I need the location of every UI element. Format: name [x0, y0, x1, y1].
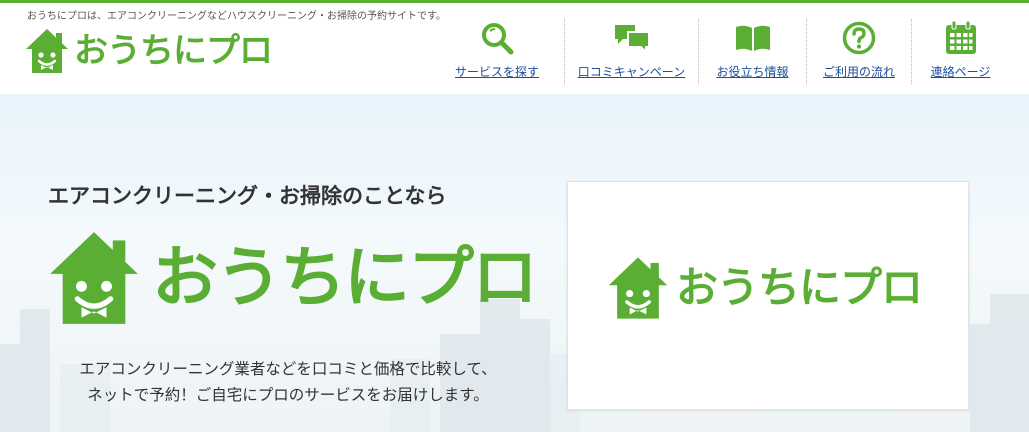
main-nav: サービスを探す 口コミキャンペーン お役立ち情報 ご利用の流れ 連絡ページ [430, 19, 1009, 89]
logo-card: おうちにプロ [567, 181, 969, 410]
nav-label[interactable]: サービスを探す [455, 63, 539, 80]
nav-item-useful-info[interactable]: お役立ち情報 [698, 19, 806, 85]
nav-label[interactable]: 口コミキャンペーン [578, 63, 685, 80]
hero-logo-text: おうちにプロ [152, 239, 538, 316]
hero-description-line: ネットで予約！ご自宅にプロのサービスをお届けします。 [87, 386, 489, 404]
nav-item-usage-flow[interactable]: ご利用の流れ [806, 19, 911, 85]
nav-label[interactable]: ご利用の流れ [823, 63, 895, 80]
nav-item-search-services[interactable]: サービスを探す [430, 19, 564, 85]
search-icon [480, 19, 514, 57]
card-logo-text: おうちにプロ [676, 263, 923, 312]
calendar-icon [944, 19, 978, 57]
hero-section: エアコンクリーニング・お掃除のことなら おうちにプロ エアコンクリーニング業者な… [0, 94, 1029, 432]
site-tagline: おうちにプロは、エアコンクリーニングなどハウスクリーニング・お掃除の予約サイトで… [27, 11, 446, 22]
card-logo: おうちにプロ [606, 254, 923, 322]
site-logo[interactable]: おうちにプロ [24, 27, 273, 75]
open-book-icon [734, 19, 772, 57]
nav-label[interactable]: 連絡ページ [931, 63, 991, 80]
chat-bubbles-icon [613, 19, 651, 57]
hero-lead-text: エアコンクリーニング・お掃除のことなら [48, 184, 447, 208]
hero-logo: おうちにプロ [46, 227, 538, 329]
house-mascot-icon [608, 257, 668, 319]
house-mascot-icon [26, 29, 68, 73]
hero-description-line: エアコンクリーニング業者などを口コミと価格で比較して、 [79, 360, 497, 378]
house-mascot-icon [50, 232, 138, 324]
nav-item-contact-page[interactable]: 連絡ページ [911, 19, 1009, 85]
hero-description: エアコンクリーニング業者などを口コミと価格で比較して、 ネットで予約！ご自宅にプ… [38, 356, 538, 408]
site-header: おうちにプロは、エアコンクリーニングなどハウスクリーニング・お掃除の予約サイトで… [0, 3, 1029, 94]
nav-label[interactable]: お役立ち情報 [716, 63, 788, 80]
nav-item-review-campaign[interactable]: 口コミキャンペーン [564, 19, 698, 85]
question-circle-icon [842, 19, 876, 57]
logo-text: おうちにプロ [74, 31, 273, 71]
